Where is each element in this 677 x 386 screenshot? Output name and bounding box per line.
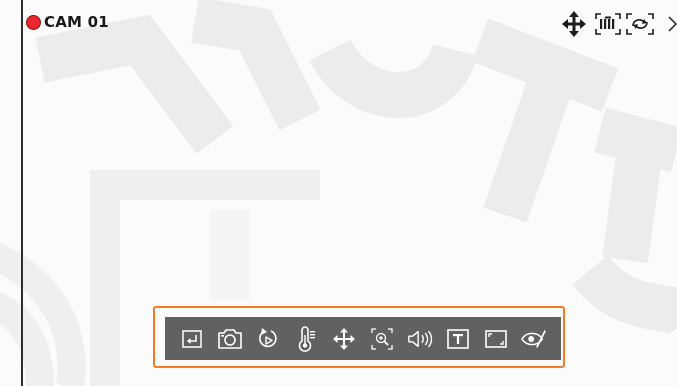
exit-icon[interactable] [179, 326, 205, 352]
recording-indicator-icon [26, 14, 41, 30]
video-grid-icon[interactable] [595, 13, 621, 39]
text-icon[interactable] [445, 326, 471, 352]
audio-icon[interactable] [407, 326, 433, 352]
ptz-icon[interactable] [331, 326, 357, 352]
snapshot-icon[interactable] [217, 326, 243, 352]
digital-zoom-icon[interactable] [369, 326, 395, 352]
camera-label: CAM 01 [26, 12, 109, 32]
thermal-icon[interactable] [293, 325, 319, 352]
aspect-ratio-icon[interactable] [483, 326, 509, 352]
chevron-right-icon[interactable] [668, 15, 677, 37]
ptz-move-icon[interactable] [562, 11, 586, 41]
camera-toolbar [165, 317, 561, 360]
instant-playback-icon[interactable] [255, 326, 281, 352]
camera-viewport[interactable]: CAM 01 [0, 0, 677, 386]
rotate-view-icon[interactable] [626, 13, 654, 39]
tile-border [21, 0, 23, 386]
camera-name: CAM 01 [44, 13, 109, 31]
privacy-icon[interactable] [521, 326, 547, 352]
